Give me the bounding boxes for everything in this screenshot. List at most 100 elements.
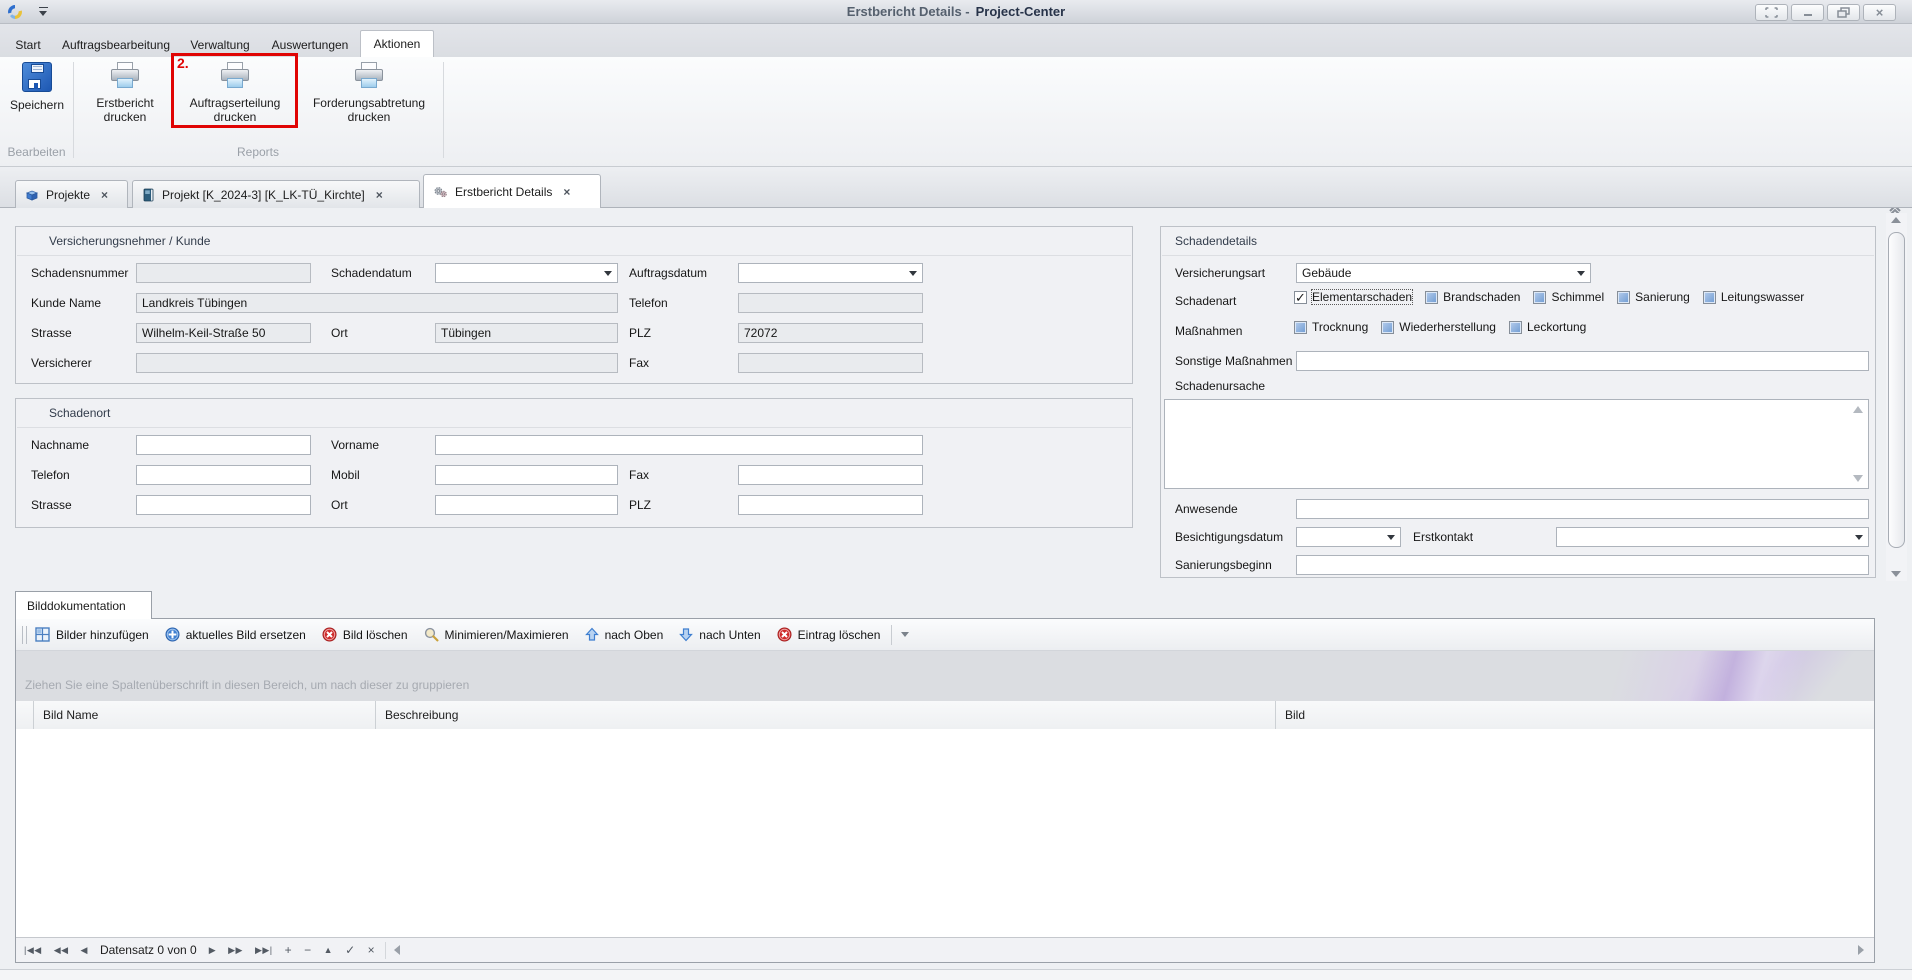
erstbericht-drucken-button[interactable]: Erstbericht drucken — [80, 62, 170, 124]
mobil-label: Mobil — [331, 468, 360, 482]
dropdown-arrow-icon[interactable] — [604, 271, 612, 276]
nach-unten-button[interactable]: nach Unten — [671, 622, 768, 648]
plz-field[interactable]: 72072 — [738, 323, 923, 343]
doc-tab-projekt[interactable]: Projekt [K_2024-3] [K_LK-TÜ_Kirchte] × — [132, 180, 420, 208]
nachname-field[interactable] — [136, 435, 311, 455]
telefon-field[interactable] — [738, 293, 923, 313]
checkbox-brandschaden[interactable]: Brandschaden — [1425, 290, 1520, 304]
plz-field[interactable] — [738, 495, 923, 515]
besichtigungsdatum-combo[interactable] — [1296, 527, 1401, 547]
checkbox-wiederherstellung[interactable]: Wiederherstellung — [1381, 320, 1496, 334]
dropdown-arrow-icon[interactable] — [1387, 535, 1395, 540]
ribbon-tab-auftragsbearbeitung[interactable]: Auftragsbearbeitung — [56, 32, 176, 57]
window-title-prefix: Erstbericht Details - — [846, 4, 970, 19]
telefon-field[interactable] — [136, 465, 311, 485]
sanierungsbeginn-field[interactable] — [1296, 555, 1869, 575]
doc-tab-erstbericht-details[interactable]: Erstbericht Details × — [423, 174, 601, 208]
toolbar-overflow-dropdown[interactable] — [895, 623, 915, 647]
column-header-bild-name[interactable]: Bild Name — [34, 701, 376, 729]
versicherer-field[interactable] — [136, 353, 618, 373]
minimize-button[interactable] — [1791, 4, 1824, 21]
aktuelles-bild-ersetzen-button[interactable]: aktuelles Bild ersetzen — [157, 622, 314, 648]
dropdown-arrow-icon[interactable] — [909, 271, 917, 276]
nav-prev-button[interactable]: ◀ — [81, 945, 88, 956]
divider — [1162, 255, 1874, 256]
speichern-button[interactable]: Speichern — [6, 62, 68, 112]
grid-body-empty[interactable] — [16, 729, 1874, 937]
scroll-down-icon[interactable] — [1891, 571, 1901, 577]
sonstige-massnahmen-label: Sonstige Maßnahmen — [1175, 354, 1293, 368]
hscroll-right-icon[interactable] — [1858, 945, 1864, 955]
auftragsdatum-combo[interactable] — [738, 263, 923, 283]
dropdown-arrow-icon — [901, 632, 910, 637]
doc-tab-projekte[interactable]: Projekte × — [15, 180, 128, 208]
ort-field[interactable] — [435, 495, 618, 515]
checkbox-leitungswasser[interactable]: Leitungswasser — [1702, 290, 1804, 304]
sonstige-massnahmen-field[interactable] — [1296, 351, 1869, 371]
nav-prev-page-button[interactable]: ◀◀ — [54, 945, 69, 956]
tab-close-icon[interactable]: × — [563, 185, 570, 199]
massnahmen-options: Trocknung Wiederherstellung Leckortung — [1294, 320, 1599, 334]
divider — [17, 427, 1131, 428]
tab-close-icon[interactable]: × — [376, 188, 383, 202]
nav-next-button[interactable]: ▶ — [209, 945, 216, 956]
minimize-icon — [1803, 13, 1812, 16]
schadensnummer-field[interactable] — [136, 263, 311, 283]
checkbox-schimmel[interactable]: Schimmel — [1533, 290, 1604, 304]
schadendatum-combo[interactable] — [435, 263, 618, 283]
nav-append-button[interactable]: + — [285, 943, 293, 957]
checkbox-leckortung[interactable]: Leckortung — [1508, 320, 1586, 334]
ort-field[interactable]: Tübingen — [435, 323, 618, 343]
nav-last-button[interactable]: ▶▶| — [255, 945, 273, 956]
bild-loeschen-button[interactable]: Bild löschen — [314, 622, 416, 648]
nav-cancel-button[interactable]: × — [368, 943, 376, 957]
kunde-name-field[interactable]: Landkreis Tübingen — [136, 293, 618, 313]
nav-next-page-button[interactable]: ▶▶ — [228, 945, 243, 956]
close-button[interactable]: × — [1863, 4, 1896, 21]
hscroll-left-icon[interactable] — [394, 945, 401, 955]
group-by-panel[interactable]: Ziehen Sie eine Spaltenüberschrift in di… — [16, 651, 1874, 701]
restore-button[interactable] — [1827, 4, 1860, 21]
erstkontakt-combo[interactable] — [1556, 527, 1869, 547]
versicherungsart-combo[interactable]: Gebäude — [1296, 263, 1591, 283]
checkbox-trocknung[interactable]: Trocknung — [1294, 320, 1368, 334]
schadenursache-textarea[interactable] — [1164, 399, 1869, 489]
minimieren-maximieren-button[interactable]: Minimieren/Maximieren — [416, 622, 577, 648]
column-header-bild[interactable]: Bild — [1276, 701, 1874, 729]
page-vertical-scrollbar[interactable] — [1886, 213, 1907, 581]
fax-field[interactable] — [738, 353, 923, 373]
fax-field[interactable] — [738, 465, 923, 485]
column-header-beschreibung[interactable]: Beschreibung — [376, 701, 1276, 729]
mobil-field[interactable] — [435, 465, 618, 485]
ribbon-tab-aktionen[interactable]: Aktionen — [360, 30, 434, 57]
bilder-hinzufuegen-button[interactable]: Bilder hinzufügen — [27, 622, 157, 648]
checkbox-sanierung[interactable]: Sanierung — [1617, 290, 1690, 304]
dropdown-arrow-icon[interactable] — [1855, 535, 1863, 540]
scroll-up-icon[interactable] — [1853, 406, 1863, 413]
strasse-field[interactable] — [136, 495, 311, 515]
tab-bilddokumentation[interactable]: Bilddokumentation — [15, 591, 152, 619]
nav-delete-button[interactable]: − — [304, 943, 312, 957]
nav-edit-button[interactable]: ▲ — [324, 945, 333, 955]
eintrag-loeschen-button[interactable]: Eintrag löschen — [769, 622, 889, 648]
telefon-label: Telefon — [31, 468, 70, 482]
nav-first-button[interactable]: |◀◀ — [24, 945, 42, 956]
document-tab-strip: Projekte × Projekt [K_2024-3] [K_LK-TÜ_K… — [0, 167, 1912, 208]
tab-close-icon[interactable]: × — [101, 188, 108, 202]
anwesende-field[interactable] — [1296, 499, 1869, 519]
vorname-field[interactable] — [435, 435, 923, 455]
scroll-down-icon[interactable] — [1853, 475, 1863, 482]
nav-post-button[interactable]: ✓ — [345, 943, 356, 957]
dropdown-arrow-icon[interactable] — [1577, 271, 1585, 276]
nach-oben-button[interactable]: nach Oben — [577, 622, 672, 648]
groupbox-title: Schadendetails — [1175, 234, 1258, 248]
strasse-field[interactable]: Wilhelm-Keil-Straße 50 — [136, 323, 311, 343]
forderungsabtretung-drucken-button[interactable]: Forderungsabtretung drucken — [300, 62, 438, 124]
ribbon-tab-start[interactable]: Start — [6, 32, 50, 57]
print-icon — [109, 62, 141, 90]
checkbox-elementarschaden[interactable]: ✓ Elementarschaden — [1294, 289, 1414, 305]
fullscreen-button[interactable] — [1755, 4, 1788, 21]
scrollbar-thumb[interactable] — [1888, 232, 1905, 548]
scroll-up-icon[interactable] — [1891, 217, 1901, 223]
vorname-label: Vorname — [331, 438, 380, 452]
